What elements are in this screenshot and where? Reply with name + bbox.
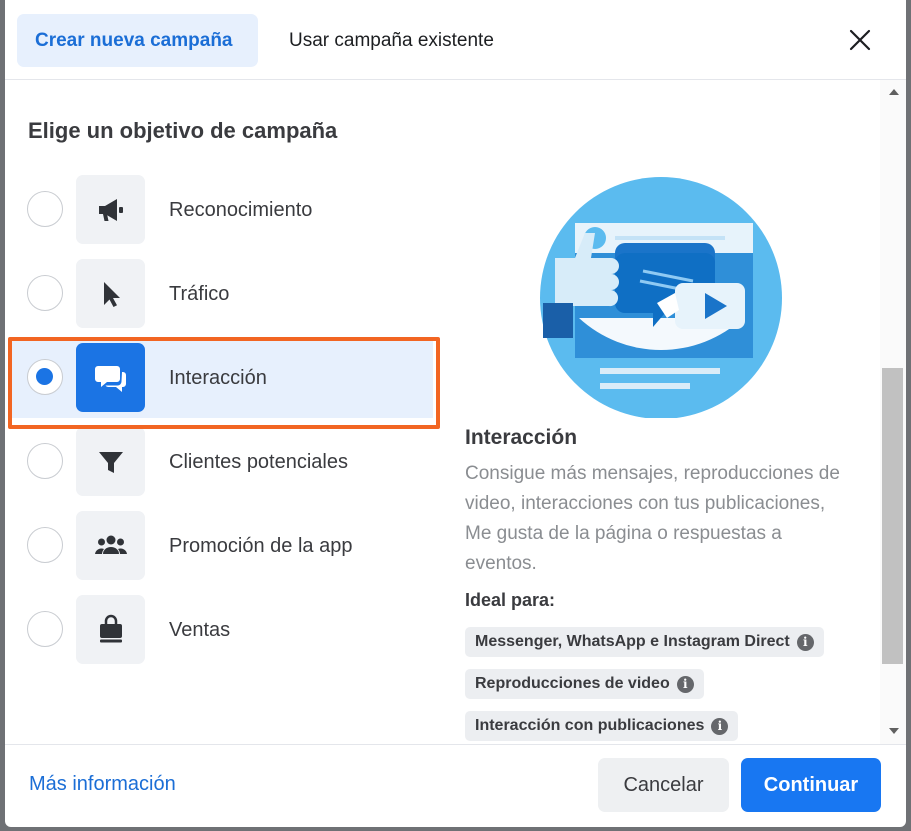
continue-button[interactable]: Continuar [741,758,881,812]
campaign-objective-dialog: Crear nueva campaña Usar campaña existen… [5,0,906,827]
radio-button[interactable] [27,275,63,311]
section-title: Elige un objetivo de campaña [28,118,338,143]
objective-label: Promoción de la app [169,535,353,557]
objective-label: Tráfico [169,283,230,305]
objective-option-clientes-potenciales[interactable]: Clientes potenciales [5,420,435,504]
more-info-link[interactable]: Más información [29,773,176,796]
ideal-for-heading: Ideal para: [465,590,556,610]
objective-icon-box [76,343,145,412]
close-icon [849,29,871,51]
cursor-icon [103,281,120,307]
tab-create-new-campaign[interactable]: Crear nueva campaña [17,14,258,67]
dialog-header: Crear nueva campaña Usar campaña existen… [5,0,906,80]
ideal-for-tag-label: Interacción con publicaciones [475,717,705,734]
dialog-body: Elige un objetivo de campaña Reconocimie… [5,80,880,744]
info-icon[interactable]: i [676,675,694,693]
ideal-for-tag: Interacción con publicaciones i [465,711,739,741]
objective-icon-box [76,259,145,328]
objective-option-ventas[interactable]: Ventas [5,588,435,672]
objective-detail-title: Interacción [465,426,578,449]
ideal-for-tag-label: Messenger, WhatsApp e Instagram Direct [475,633,790,650]
objective-detail-description: Consigue más mensajes, reproducciones de… [465,463,840,574]
info-icon[interactable]: i [711,717,729,735]
scrollbar-thumb[interactable] [882,368,903,664]
objective-icon-box [76,427,145,496]
objective-label: Clientes potenciales [169,451,348,473]
objective-icon-box [76,511,145,580]
objective-option-reconocimiento[interactable]: Reconocimiento [5,168,435,252]
scroll-up-arrow-icon[interactable] [889,89,899,95]
objective-option-promocion-app[interactable]: Promoción de la app [5,504,435,588]
radio-button[interactable] [27,611,63,647]
objective-option-interaccion[interactable]: Interacción [5,336,435,420]
ideal-for-tag: Messenger, WhatsApp e Instagram Direct i [465,627,824,657]
people-icon [94,535,127,554]
vertical-scrollbar[interactable] [880,80,906,744]
ideal-for-tag-label: Reproducciones de video [475,675,670,692]
scroll-down-arrow-icon[interactable] [889,728,899,734]
objective-option-trafico[interactable]: Tráfico [5,252,435,336]
interaction-illustration [525,168,795,419]
tab-use-existing-campaign[interactable]: Usar campaña existente [271,14,512,67]
megaphone-icon [98,198,123,221]
shopping-bag-icon [99,614,122,642]
info-icon[interactable]: i [796,633,814,651]
radio-button[interactable] [27,191,63,227]
objective-label: Ventas [169,619,231,641]
close-button[interactable] [843,23,877,57]
radio-button[interactable] [27,527,63,563]
ideal-for-tag: Reproducciones de video i [465,669,704,699]
cancel-button[interactable]: Cancelar [598,758,729,812]
radio-button[interactable] [27,443,63,479]
objective-label: Interacción [169,367,267,389]
objective-icon-box [76,595,145,664]
radio-button-selected[interactable] [27,359,63,395]
dialog-footer: Más información Cancelar Continuar [5,744,906,827]
objective-icon-box [76,175,145,244]
objective-label: Reconocimiento [169,199,313,221]
chat-bubbles-icon [94,365,126,392]
funnel-icon [98,451,123,473]
